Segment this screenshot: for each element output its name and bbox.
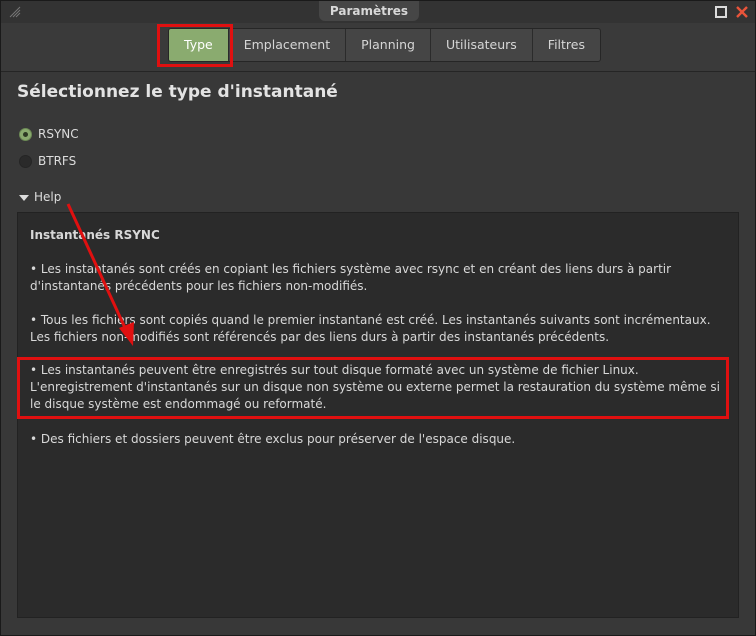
radio-btrfs[interactable]: BTRFS xyxy=(19,152,76,170)
help-expander-label: Help xyxy=(34,190,62,204)
triangle-down-icon xyxy=(19,194,29,201)
radio-unchecked-icon[interactable] xyxy=(19,154,32,168)
maximize-icon[interactable] xyxy=(713,4,729,20)
tab-bar: Type Emplacement Planning Utilisateurs F… xyxy=(168,28,601,62)
tab-emplacement[interactable]: Emplacement xyxy=(229,29,347,61)
radio-rsync[interactable]: RSYNC xyxy=(19,125,79,143)
help-text-box: Instantanés RSYNC • Les instantanés sont… xyxy=(17,212,739,618)
close-icon[interactable] xyxy=(734,4,750,20)
radio-rsync-label: RSYNC xyxy=(38,127,79,141)
help-title: Instantanés RSYNC xyxy=(30,228,160,242)
radio-checked-icon[interactable] xyxy=(19,127,32,141)
tab-type[interactable]: Type xyxy=(169,29,229,61)
help-paragraph: • Les instantanés sont créés en copiant … xyxy=(30,262,672,293)
resize-grip-icon xyxy=(9,6,21,18)
window-title: Paramètres xyxy=(319,1,419,21)
title-bar[interactable]: Paramètres xyxy=(1,1,755,23)
tab-filtres[interactable]: Filtres xyxy=(533,29,600,61)
help-paragraph: • Les instantanés peuvent être enregistr… xyxy=(30,363,720,411)
help-expander[interactable]: Help xyxy=(19,190,61,204)
radio-btrfs-label: BTRFS xyxy=(38,154,77,168)
tab-utilisateurs[interactable]: Utilisateurs xyxy=(431,29,533,61)
help-paragraph: • Des fichiers et dossiers peuvent être … xyxy=(30,432,516,446)
settings-window: Paramètres Type Emplacement Planning Uti… xyxy=(0,0,756,636)
tab-planning[interactable]: Planning xyxy=(346,29,431,61)
page-title: Sélectionnez le type d'instantané xyxy=(17,82,338,102)
tab-header: Type Emplacement Planning Utilisateurs F… xyxy=(1,23,755,72)
help-paragraph: • Tous les fichiers sont copiés quand le… xyxy=(30,313,711,344)
content-area: Sélectionnez le type d'instantané RSYNC … xyxy=(1,72,755,635)
